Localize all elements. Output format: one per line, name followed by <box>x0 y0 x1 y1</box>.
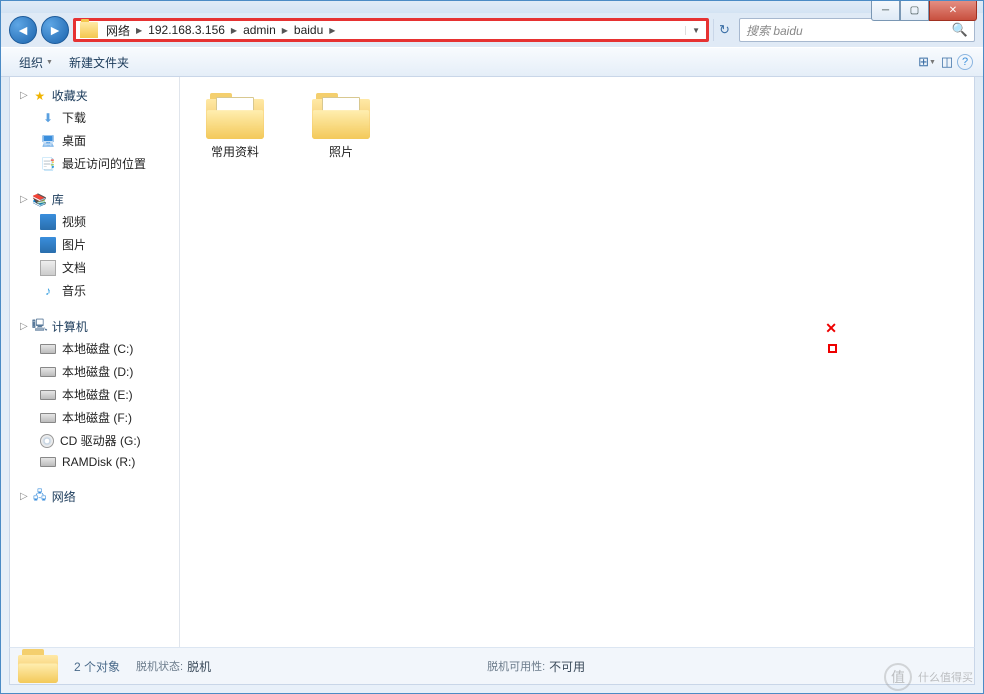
sidebar-item-drive-f[interactable]: 本地磁盘 (F:) <box>10 406 179 429</box>
watermark: 值 什么值得买 <box>884 663 973 691</box>
address-bar[interactable]: 网络▶ 192.168.3.156▶ admin▶ baidu▶ ▼ <box>73 18 709 42</box>
hdd-icon <box>40 344 56 354</box>
sidebar-item-pictures[interactable]: 图片 <box>10 233 179 256</box>
hdd-icon <box>40 457 56 467</box>
chevron-right-icon[interactable]: ▶ <box>229 26 239 35</box>
watermark-icon: 值 <box>884 663 912 691</box>
sidebar-item-drive-d[interactable]: 本地磁盘 (D:) <box>10 360 179 383</box>
hdd-icon <box>40 390 56 400</box>
folder-item[interactable]: 常用资料 <box>196 91 274 160</box>
view-options-button[interactable]: ⊞ ▼ <box>917 52 937 72</box>
forward-button[interactable]: ► <box>41 16 69 44</box>
hdd-icon <box>40 367 56 377</box>
sidebar-item-drive-e[interactable]: 本地磁盘 (E:) <box>10 383 179 406</box>
chevron-down-icon: ▼ <box>46 59 53 66</box>
star-icon: ★ <box>32 88 48 104</box>
chevron-right-icon[interactable]: ▶ <box>327 26 337 35</box>
breadcrumb-item[interactable]: 192.168.3.156 <box>144 23 229 37</box>
document-icon <box>40 260 56 276</box>
computer-icon: 🖳 <box>32 319 48 335</box>
video-icon <box>40 214 56 230</box>
download-icon: ⬇ <box>40 110 56 126</box>
annotation-x-icon: ✕ <box>825 320 837 337</box>
music-icon: ♪ <box>40 283 56 299</box>
sidebar-item-recent[interactable]: 📑最近访问的位置 <box>10 152 179 175</box>
status-bar: 2 个对象 脱机状态:脱机 脱机可用性:不可用 <box>9 647 975 685</box>
status-offline-value: 脱机 <box>187 658 211 675</box>
breadcrumb-item[interactable]: baidu <box>290 23 327 37</box>
status-avail-label: 脱机可用性: <box>487 658 545 675</box>
desktop-icon: 🖥 <box>40 133 56 149</box>
close-button[interactable]: ✕ <box>929 1 977 21</box>
address-dropdown[interactable]: ▼ <box>685 26 706 35</box>
toolbar: 组织 ▼ 新建文件夹 ⊞ ▼ ◫ ? <box>1 47 983 77</box>
folder-label: 照片 <box>302 143 380 160</box>
back-button[interactable]: ◄ <box>9 16 37 44</box>
main-area: ▷★收藏夹 ⬇下载 🖥桌面 📑最近访问的位置 ▷📚库 视频 图片 文档 ♪音乐 … <box>9 77 975 649</box>
sidebar-computer[interactable]: ▷🖳计算机 <box>10 316 179 337</box>
folder-icon <box>18 649 58 683</box>
folder-icon <box>80 22 98 38</box>
organize-button[interactable]: 组织 ▼ <box>11 51 61 74</box>
sidebar-item-drive-c[interactable]: 本地磁盘 (C:) <box>10 337 179 360</box>
folder-item[interactable]: 照片 <box>302 91 380 160</box>
maximize-button[interactable]: ▢ <box>900 1 929 21</box>
status-count: 2 个对象 <box>74 658 120 675</box>
sidebar-item-music[interactable]: ♪音乐 <box>10 279 179 302</box>
preview-pane-button[interactable]: ◫ <box>937 52 957 72</box>
search-icon[interactable]: 🔍 <box>952 22 968 38</box>
expand-icon: ▷ <box>20 321 28 332</box>
expand-icon: ▷ <box>20 90 28 101</box>
window-controls: ─ ▢ ✕ <box>871 1 977 21</box>
navigation-pane: ▷★收藏夹 ⬇下载 🖥桌面 📑最近访问的位置 ▷📚库 视频 图片 文档 ♪音乐 … <box>10 77 180 648</box>
chevron-right-icon[interactable]: ▶ <box>134 26 144 35</box>
folder-icon <box>206 91 264 139</box>
expand-icon: ▷ <box>20 194 28 205</box>
expand-icon: ▷ <box>20 491 28 502</box>
sidebar-item-drive-g[interactable]: CD 驱动器 (G:) <box>10 429 179 452</box>
sidebar-item-downloads[interactable]: ⬇下载 <box>10 106 179 129</box>
search-input[interactable]: 搜索 baidu 🔍 <box>739 18 975 42</box>
cd-icon <box>40 434 54 448</box>
sidebar-libraries[interactable]: ▷📚库 <box>10 189 179 210</box>
hdd-icon <box>40 413 56 423</box>
breadcrumb-item[interactable]: 网络 <box>102 22 134 39</box>
sidebar-favorites[interactable]: ▷★收藏夹 <box>10 85 179 106</box>
network-icon: 🖧 <box>32 489 48 505</box>
sidebar-network[interactable]: ▷🖧网络 <box>10 486 179 507</box>
folder-label: 常用资料 <box>196 143 274 160</box>
chevron-right-icon[interactable]: ▶ <box>280 26 290 35</box>
explorer-window: ─ ▢ ✕ ◄ ► 网络▶ 192.168.3.156▶ admin▶ baid… <box>0 0 984 694</box>
refresh-button[interactable]: ↻ <box>713 19 735 41</box>
search-placeholder: 搜索 baidu <box>746 22 803 39</box>
minimize-button[interactable]: ─ <box>871 1 900 21</box>
library-icon: 📚 <box>32 192 48 208</box>
sidebar-item-desktop[interactable]: 🖥桌面 <box>10 129 179 152</box>
sidebar-item-videos[interactable]: 视频 <box>10 210 179 233</box>
breadcrumb: 网络▶ 192.168.3.156▶ admin▶ baidu▶ <box>102 22 337 39</box>
recent-icon: 📑 <box>40 156 56 172</box>
picture-icon <box>40 237 56 253</box>
file-list[interactable]: 常用资料 照片 <box>180 77 974 648</box>
titlebar[interactable] <box>1 1 983 13</box>
new-folder-button[interactable]: 新建文件夹 <box>61 51 137 74</box>
folder-icon <box>312 91 370 139</box>
sidebar-item-documents[interactable]: 文档 <box>10 256 179 279</box>
breadcrumb-item[interactable]: admin <box>239 23 280 37</box>
status-offline-label: 脱机状态: <box>136 658 183 675</box>
status-avail-value: 不可用 <box>549 658 585 675</box>
help-button[interactable]: ? <box>957 54 973 70</box>
navigation-row: ◄ ► 网络▶ 192.168.3.156▶ admin▶ baidu▶ ▼ ↻… <box>1 13 983 47</box>
sidebar-item-drive-r[interactable]: RAMDisk (R:) <box>10 452 179 472</box>
annotation-handle <box>828 344 837 353</box>
